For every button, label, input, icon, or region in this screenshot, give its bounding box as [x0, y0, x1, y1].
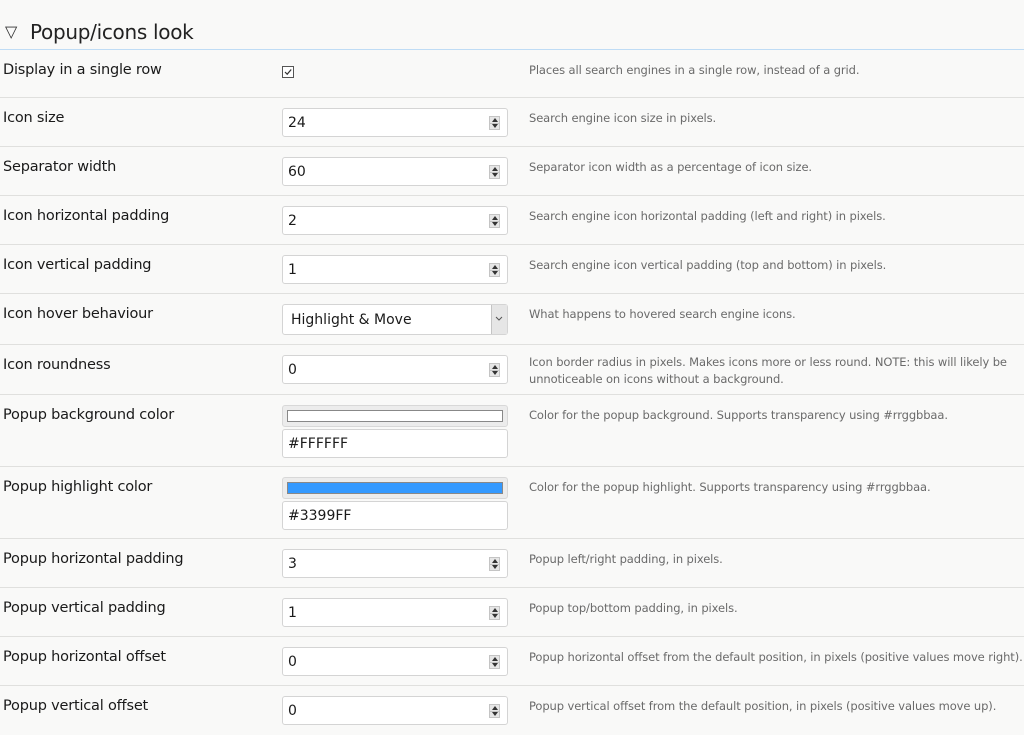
setting-description: Search engine icon vertical padding (top… [529, 258, 887, 272]
spinner-icon[interactable] [489, 165, 500, 179]
setting-label: Popup vertical offset [3, 698, 149, 714]
input-value: 60 [288, 164, 306, 180]
icon-roundness-input[interactable]: 0 [282, 355, 508, 384]
setting-row-popup-horizontal-offset: Popup horizontal offset 0 Popup horizont… [0, 637, 1024, 686]
setting-row-icon-horizontal-padding: Icon horizontal padding 2 Search engine … [0, 196, 1024, 245]
input-value: 24 [288, 115, 306, 131]
input-value: #3399FF [288, 508, 352, 524]
color-swatch [287, 410, 503, 422]
setting-description: Search engine icon horizontal padding (l… [529, 209, 886, 223]
setting-row-icon-size: Icon size 24 Search engine icon size in … [0, 98, 1024, 147]
setting-row-popup-vertical-offset: Popup vertical offset 0 Popup vertical o… [0, 686, 1024, 735]
popup-horizontal-offset-input[interactable]: 0 [282, 647, 508, 676]
setting-row-icon-roundness: Icon roundness 0 Icon border radius in p… [0, 345, 1024, 395]
background-color-hex-input[interactable]: #FFFFFF [282, 429, 508, 458]
spinner-icon[interactable] [489, 363, 500, 377]
setting-description: Places all search engines in a single ro… [529, 63, 860, 77]
setting-label: Popup horizontal padding [3, 551, 184, 567]
setting-row-popup-background-color: Popup background color #FFFFFF Color for… [0, 395, 1024, 467]
icon-size-input[interactable]: 24 [282, 108, 508, 137]
setting-description: What happens to hovered search engine ic… [529, 307, 796, 321]
color-swatch [287, 482, 503, 494]
setting-description: Search engine icon size in pixels. [529, 111, 717, 125]
input-value: 1 [288, 262, 297, 278]
spinner-icon[interactable] [489, 655, 500, 669]
setting-description: Color for the popup background. Supports… [529, 408, 948, 422]
setting-row-icon-hover-behaviour: Icon hover behaviour Highlight & Move Wh… [0, 294, 1024, 345]
setting-label: Popup background color [3, 407, 174, 423]
setting-description: Popup left/right padding, in pixels. [529, 552, 723, 566]
section-header[interactable]: ▽ Popup/icons look [0, 0, 1024, 50]
setting-description: Separator icon width as a percentage of … [529, 160, 812, 174]
setting-label: Display in a single row [3, 62, 162, 78]
highlight-color-picker[interactable] [282, 477, 508, 499]
setting-description: Popup top/bottom padding, in pixels. [529, 601, 738, 615]
setting-row-icon-vertical-padding: Icon vertical padding 1 Search engine ic… [0, 245, 1024, 294]
input-value: 1 [288, 605, 297, 621]
spinner-icon[interactable] [489, 606, 500, 620]
setting-row-popup-horizontal-padding: Popup horizontal padding 3 Popup left/ri… [0, 539, 1024, 588]
icon-horizontal-padding-input[interactable]: 2 [282, 206, 508, 235]
setting-label: Icon hover behaviour [3, 306, 153, 322]
popup-horizontal-padding-input[interactable]: 3 [282, 549, 508, 578]
spinner-icon[interactable] [489, 116, 500, 130]
separator-width-input[interactable]: 60 [282, 157, 508, 186]
setting-label: Popup horizontal offset [3, 649, 166, 665]
popup-vertical-offset-input[interactable]: 0 [282, 696, 508, 725]
spinner-icon[interactable] [489, 214, 500, 228]
setting-row-popup-vertical-padding: Popup vertical padding 1 Popup top/botto… [0, 588, 1024, 637]
highlight-color-hex-input[interactable]: #3399FF [282, 501, 508, 530]
spinner-icon[interactable] [489, 704, 500, 718]
spinner-icon[interactable] [489, 557, 500, 571]
setting-label: Popup highlight color [3, 479, 153, 495]
single-row-checkbox[interactable] [282, 66, 294, 78]
input-value: 0 [288, 362, 297, 378]
input-value: 0 [288, 654, 297, 670]
setting-description: Popup horizontal offset from the default… [529, 650, 1023, 664]
input-value: #FFFFFF [288, 436, 349, 452]
setting-label: Icon vertical padding [3, 257, 152, 273]
setting-label: Popup vertical padding [3, 600, 166, 616]
setting-label: Icon size [3, 110, 65, 126]
select-value: Highlight & Move [291, 312, 412, 328]
input-value: 2 [288, 213, 297, 229]
background-color-picker[interactable] [282, 405, 508, 427]
setting-row-display-single-row: Display in a single row Places all searc… [0, 50, 1024, 98]
spinner-icon[interactable] [489, 263, 500, 277]
setting-description: Icon border radius in pixels. Makes icon… [529, 355, 1007, 386]
setting-row-separator-width: Separator width 60 Separator icon width … [0, 147, 1024, 196]
setting-row-popup-highlight-color: Popup highlight color #3399FF Color for … [0, 467, 1024, 539]
setting-label: Icon horizontal padding [3, 208, 170, 224]
setting-description: Color for the popup highlight. Supports … [529, 480, 931, 494]
chevron-down-icon[interactable] [491, 305, 507, 334]
section-title: Popup/icons look [30, 20, 194, 44]
setting-label: Separator width [3, 159, 117, 175]
checkmark-icon [284, 69, 292, 76]
icon-hover-behaviour-select[interactable]: Highlight & Move [282, 304, 508, 335]
input-value: 3 [288, 556, 297, 572]
input-value: 0 [288, 703, 297, 719]
setting-description: Popup vertical offset from the default p… [529, 699, 997, 713]
triangle-down-icon[interactable]: ▽ [5, 22, 17, 41]
popup-vertical-padding-input[interactable]: 1 [282, 598, 508, 627]
setting-label: Icon roundness [3, 357, 111, 373]
icon-vertical-padding-input[interactable]: 1 [282, 255, 508, 284]
